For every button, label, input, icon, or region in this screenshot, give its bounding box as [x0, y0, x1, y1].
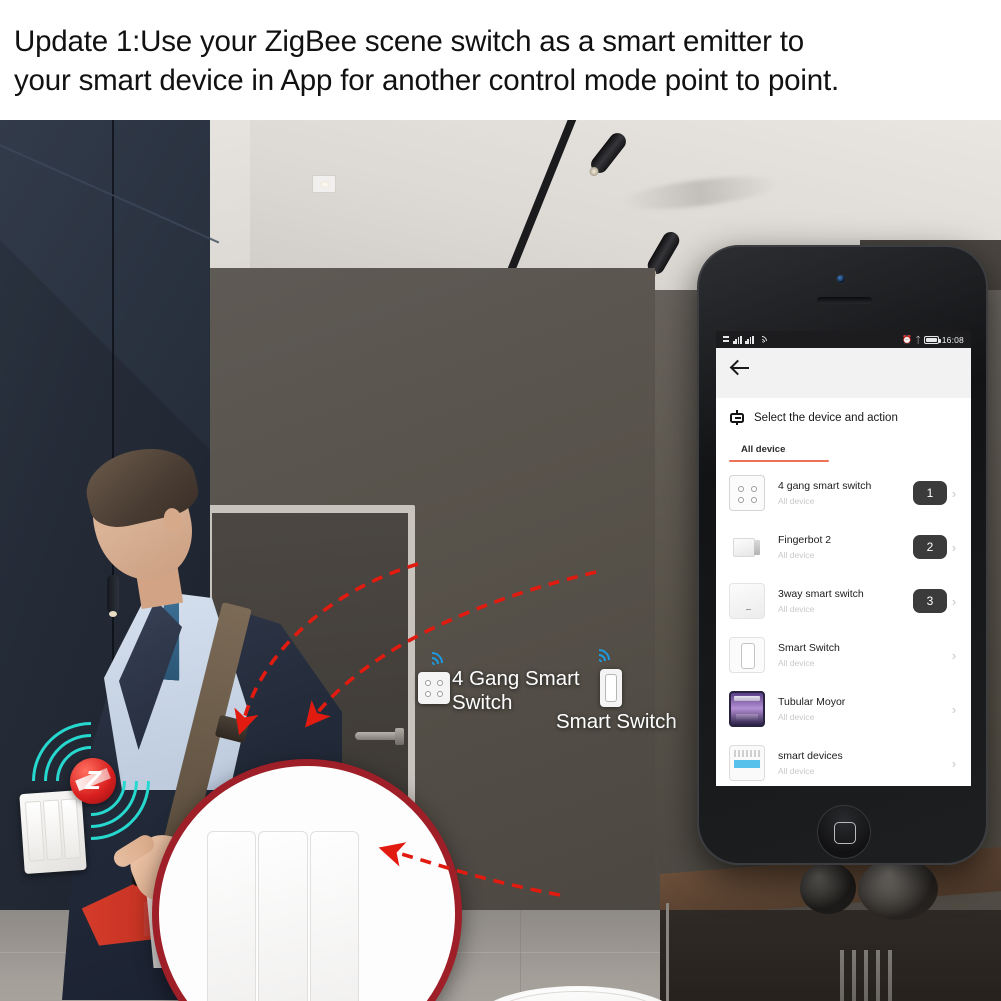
- page-title: Update 1:Use your ZigBee scene switch as…: [0, 0, 1001, 120]
- page-root: Update 1:Use your ZigBee scene switch as…: [0, 0, 1001, 1001]
- device-action-icon: [729, 410, 745, 425]
- device-badge[interactable]: 3: [913, 589, 947, 614]
- fingerbot-thumb: [729, 529, 765, 566]
- app-content: Select the device and action All device: [716, 398, 971, 786]
- device-name: Tubular Moyor: [778, 695, 846, 708]
- label-smart-switch: Smart Switch: [556, 710, 677, 733]
- chevron-right-icon[interactable]: ›: [947, 702, 961, 717]
- table-row[interactable]: smart devices All device ›: [716, 736, 971, 786]
- battery-icon: [923, 335, 941, 344]
- chevron-right-icon[interactable]: ›: [947, 648, 961, 663]
- device-badge[interactable]: 2: [913, 535, 947, 560]
- label-four-gang-smart-switch: 4 Gang Smart Switch: [452, 667, 580, 714]
- headline-line-2: your smart device in App for another con…: [14, 64, 839, 97]
- section-title: Select the device and action: [754, 411, 898, 424]
- earpiece-speaker: [817, 297, 872, 304]
- signal-bars-icon: [733, 335, 742, 344]
- device-badge[interactable]: 1: [913, 481, 947, 506]
- app-bar-spacer: [716, 386, 971, 398]
- chevron-right-icon[interactable]: ›: [947, 540, 961, 555]
- gang-button-3[interactable]: [309, 831, 359, 1001]
- device-subtitle: All device: [778, 657, 815, 668]
- alarm-clock-icon: ⏰: [902, 335, 913, 344]
- wifi-icon: [416, 647, 448, 679]
- signal-bars-icon: [745, 335, 754, 344]
- tubular-motor-thumb: [729, 691, 765, 728]
- device-name: Smart Switch: [778, 641, 840, 654]
- recessed-downlight: [312, 175, 336, 193]
- back-arrow-icon[interactable]: [730, 357, 750, 377]
- table-row[interactable]: Fingerbot 2 All device 2 ›: [716, 520, 971, 574]
- chevron-right-icon[interactable]: ›: [947, 594, 961, 609]
- table-row[interactable]: 4 gang smart switch All device 1 ›: [716, 466, 971, 520]
- app-bar: [716, 348, 971, 386]
- tab-bar: All device: [716, 433, 971, 460]
- smart-switch-icon: [600, 669, 622, 707]
- home-button-icon[interactable]: [817, 805, 871, 859]
- status-bar-time: 16:08: [941, 334, 964, 345]
- front-camera-icon: [836, 274, 846, 284]
- table-row[interactable]: 3way smart switch All device 3 ›: [716, 574, 971, 628]
- console-table-frame: [666, 892, 786, 1001]
- smartphone-mockup: ⏰ ᛏ 16:08 Select the device and action A…: [697, 245, 988, 865]
- status-bar: ⏰ ᛏ 16:08: [716, 331, 971, 349]
- three-gang-scene-switch[interactable]: [207, 831, 359, 1001]
- bluetooth-icon: ᛏ: [915, 334, 921, 345]
- four-gang-switch-icon: [418, 672, 450, 704]
- device-subtitle: All device: [778, 549, 815, 560]
- three-way-switch-thumb: [729, 583, 765, 620]
- tab-all-device[interactable]: All device: [729, 444, 797, 460]
- wifi-icon: [583, 644, 615, 676]
- headline-line-1: Update 1:Use your ZigBee scene switch as…: [14, 25, 804, 58]
- phone-screen: ⏰ ᛏ 16:08 Select the device and action A…: [716, 331, 971, 786]
- table-row[interactable]: Smart Switch All device ›: [716, 628, 971, 682]
- smart-devices-thumb: [729, 745, 765, 782]
- device-subtitle: All device: [778, 765, 815, 776]
- device-name: smart devices: [778, 749, 843, 762]
- robot-vacuum: [474, 986, 682, 1001]
- device-name: 3way smart switch: [778, 587, 864, 600]
- four-gang-switch-thumb: [729, 475, 765, 512]
- device-name: Fingerbot 2: [778, 533, 832, 546]
- sim-signal-icon: [723, 335, 730, 344]
- section-header: Select the device and action: [716, 398, 971, 433]
- chevron-right-icon[interactable]: ›: [947, 756, 961, 771]
- device-subtitle: All device: [778, 495, 815, 506]
- decor-bowl-small: [800, 862, 856, 914]
- device-list: 4 gang smart switch All device 1 › Finge…: [716, 462, 971, 786]
- wifi-icon: [754, 334, 770, 349]
- console-table-slats: [840, 950, 960, 1001]
- device-subtitle: All device: [778, 711, 815, 722]
- decor-bowl-large: [858, 858, 938, 920]
- device-name: 4 gang smart switch: [778, 479, 872, 492]
- room-scene-photo: Z Smart Bluetooth Fingerbot: [0, 120, 1001, 1001]
- door-handle: [355, 728, 404, 745]
- table-row[interactable]: Tubular Moyor All device ›: [716, 682, 971, 736]
- gang-button-1[interactable]: [207, 831, 257, 1001]
- chevron-right-icon[interactable]: ›: [947, 486, 961, 501]
- gang-button-2[interactable]: [258, 831, 308, 1001]
- smart-switch-thumb: [729, 637, 765, 674]
- device-subtitle: All device: [778, 603, 815, 614]
